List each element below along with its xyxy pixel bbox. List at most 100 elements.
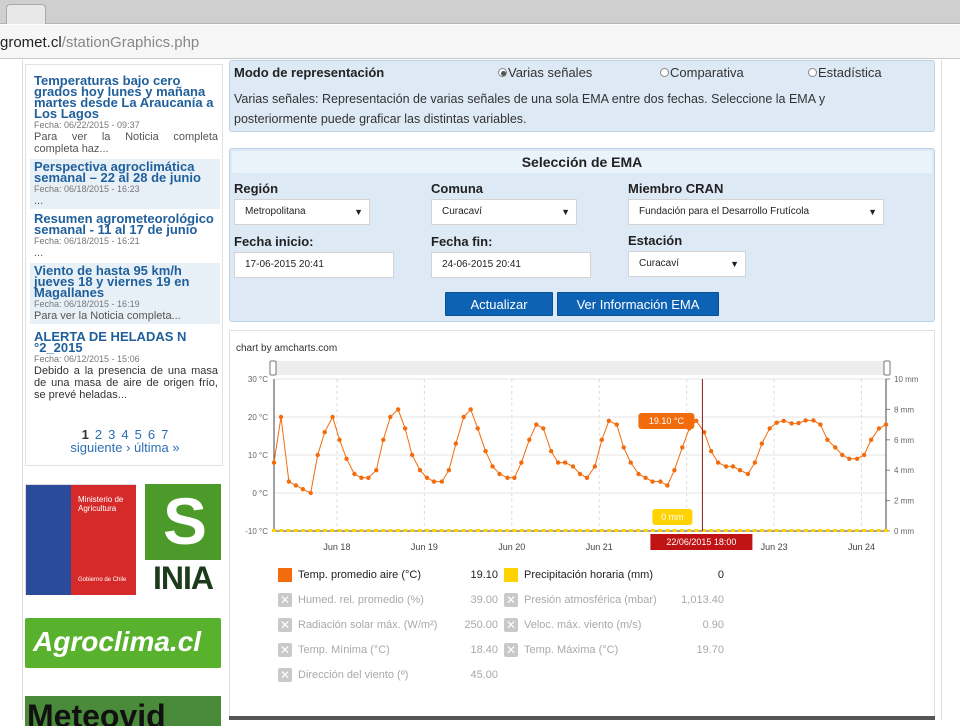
region-select[interactable]: Metropolitana ▼ [234,199,370,225]
temp-point [592,464,598,469]
news-item[interactable]: ALERTA DE HELADAS N °2_2015 Fecha: 06/12… [30,329,220,403]
legend-value: 250.00 [464,619,498,631]
legend-disabled-icon[interactable]: ✕ [278,618,292,632]
temp-point [300,487,306,492]
y2-tick-label: 6 mm [894,436,914,445]
ver-informacion-ema-button[interactable]: Ver Información EMA [557,292,719,316]
legend-swatch[interactable] [504,568,518,582]
news-date: Fecha: 06/18/2015 - 16:19 [34,299,140,309]
radio-dot-icon[interactable] [808,68,817,77]
browser-tab[interactable] [6,4,46,24]
temp-point [388,414,393,420]
precip-point [782,529,786,532]
url-host: gromet.cl [0,34,62,51]
temp-point [614,422,619,427]
legend-swatch[interactable] [278,568,292,582]
precip-point [512,529,517,532]
modo-label: Modo de representación [234,65,385,80]
precip-point [723,529,728,532]
temp-point [680,445,685,450]
news-title[interactable]: Resumen agrometeorológico semanal - 11 a… [34,212,218,236]
radio-comparativa[interactable]: Comparativa [660,65,744,80]
temp-point [577,471,583,477]
legend-item[interactable]: ✕ Dirección del viento (º) 45.00 [278,667,498,683]
precip-point [476,529,480,532]
legend-disabled-icon[interactable]: ✕ [278,593,292,607]
precip-point [308,529,313,532]
x-tick-label: Jun 19 [411,542,438,552]
ministerio-agricultura-logo[interactable]: Ministerio de Agricultura Gobierno de Chi… [25,484,136,595]
miembro-cran-select[interactable]: Fundación para el Desarrollo Frutícola ▼ [628,199,884,225]
temp-point [308,490,313,496]
news-item[interactable]: Temperaturas bajo cero grados hoy lunes … [30,73,220,157]
scrollbar-left-handle[interactable] [269,360,277,376]
legend-disabled-icon[interactable]: ✕ [278,668,292,682]
legend-item[interactable]: ✕ Veloc. máx. viento (m/s) 0.90 [504,617,724,633]
precip-point [388,529,393,532]
address-bar[interactable]: gromet.cl/stationGraphics.php [0,25,960,59]
news-title[interactable]: Perspectiva agroclimática semanal – 22 a… [34,160,218,184]
y-tick-label: 20 °C [248,413,268,422]
chart-panel: chart by amcharts.com 30 °C 20 °C 10 °C 0 °… [229,330,935,720]
precip-point [527,529,531,532]
legend-disabled-icon[interactable]: ✕ [504,643,518,657]
legend-item[interactable]: ✕ Radiación solar máx. (W/m²) 250.00 [278,617,498,633]
meteovid-logo[interactable]: Meteovid [25,696,221,726]
temp-point [636,471,641,477]
legend-item[interactable]: ✕ Humed. rel. promedio (%) 39.00 [278,592,498,608]
precip-point [410,529,415,532]
legend-item[interactable]: ✕ Temp. Máxima (°C) 19.70 [504,642,724,658]
news-item[interactable]: Viento de hasta 95 km/h jueves 18 y vier… [30,263,220,324]
modo-panel: Modo de representación Varias señales Co… [229,60,935,132]
precip-point [541,529,546,532]
actualizar-button[interactable]: Actualizar [445,292,553,316]
pager-next-link[interactable]: siguiente › [70,440,130,455]
news-title[interactable]: Temperaturas bajo cero grados hoy lunes … [34,74,218,120]
legend-name: Precipitación horaria (mm) [524,569,653,581]
y-tick-label: -10 °C [245,527,268,536]
news-item[interactable]: Resumen agrometeorológico semanal - 11 a… [30,211,220,261]
precip-point [643,529,648,532]
cursor-date-text: 22/06/2015 18:00 [666,537,736,547]
news-title[interactable]: ALERTA DE HELADAS N °2_2015 [34,330,218,354]
legend-item[interactable]: Temp. promedio aire (°C) 19.10 [278,567,498,583]
precip-point [680,529,684,532]
inia-logo[interactable]: S INIA [145,484,221,596]
news-body: ... [34,195,44,207]
legend-disabled-icon[interactable]: ✕ [504,593,518,607]
legend-disabled-icon[interactable]: ✕ [504,618,518,632]
temperature-chart[interactable]: 30 °C 20 °C 10 °C 0 °C -10 °C 10 mm 8 mm 6 mm 4 … [230,355,934,565]
temp-point [759,441,765,446]
fecha-inicio-input[interactable]: 17-06-2015 20:41 [234,252,394,278]
precip-point [636,529,641,532]
legend-disabled-icon[interactable]: ✕ [278,643,292,657]
fecha-fin-input[interactable]: 24-06-2015 20:41 [431,252,591,278]
news-title[interactable]: Viento de hasta 95 km/h jueves 18 y vier… [34,264,218,299]
radio-dot-icon[interactable] [660,68,669,77]
agroclima-logo[interactable]: Agroclima.cl [25,618,221,668]
temp-point [555,460,561,465]
url-text[interactable]: gromet.cl/stationGraphics.php [0,34,199,51]
news-item[interactable]: Perspectiva agroclimática semanal – 22 a… [30,159,220,209]
legend-item[interactable]: ✕ Presión atmosférica (mbar) 1,013.40 [504,592,724,608]
miembro-cran-label: Miembro CRAN [628,181,724,196]
temp-point [658,479,663,484]
chart-credit[interactable]: chart by amcharts.com [236,343,337,354]
temp-point [439,479,445,484]
comuna-select[interactable]: Curacaví ▼ [431,199,577,225]
radio-estadistica[interactable]: Estadística [808,65,882,80]
precip-point [432,529,437,532]
chart-scrollbar[interactable] [274,361,886,375]
precip-point [374,529,378,532]
scrollbar-right-handle[interactable] [883,360,891,376]
legend-item[interactable]: Precipitación horaria (mm) 0 [504,567,724,583]
legend-item[interactable]: ✕ Temp. Mínima (°C) 18.40 [278,642,498,658]
radio-dot-selected-icon[interactable] [498,68,507,77]
legend-name: Presión atmosférica (mbar) [524,594,657,606]
precip-point [752,529,757,532]
precip-point [556,529,561,532]
radio-varias-senales[interactable]: Varias señales [498,65,592,80]
temp-point [359,475,364,480]
pager-last-link[interactable]: última » [134,440,180,455]
estacion-select[interactable]: Curacaví ▼ [628,251,746,277]
